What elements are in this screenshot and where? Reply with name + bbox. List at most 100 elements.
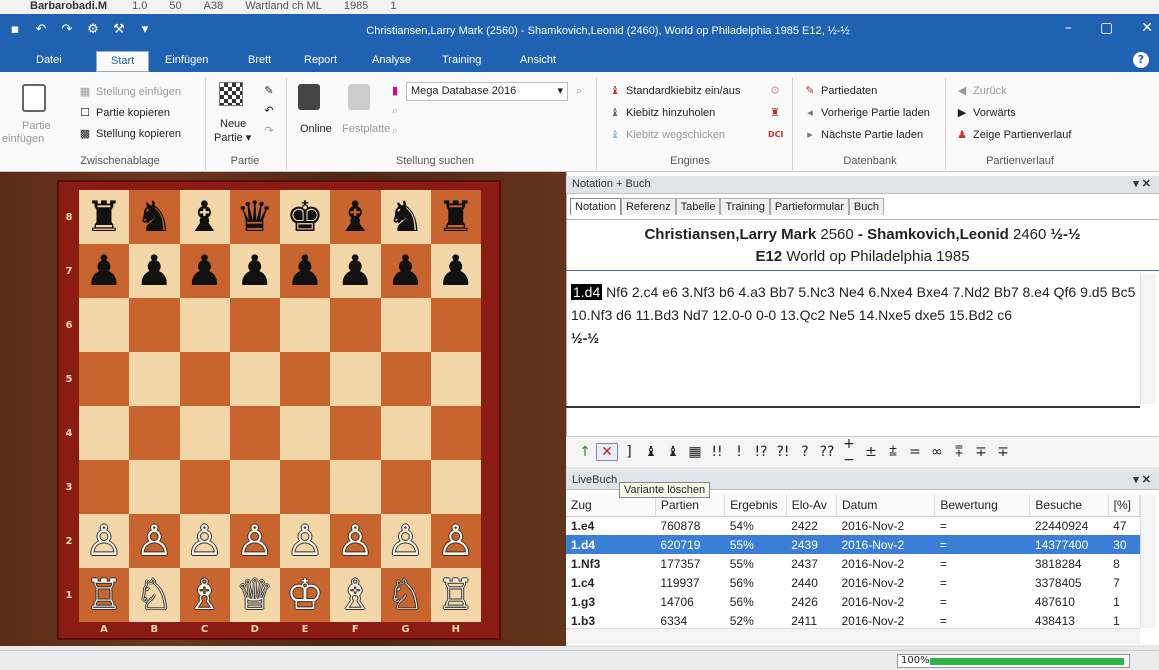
column-header[interactable]: Bewertung [934, 495, 1031, 517]
square-g5[interactable] [380, 352, 431, 406]
white-piece[interactable]: ♘ [381, 568, 431, 622]
menu-report[interactable]: Report [304, 54, 337, 66]
menu-datei[interactable]: Datei [36, 54, 62, 66]
table-row[interactable]: 1.c4 119937 56% 2440 2016-Nov-2 = 3378405 7 [566, 573, 1140, 592]
annotation-symbol[interactable]: ∓ [992, 444, 1014, 460]
black-piece[interactable]: ♜ [79, 190, 129, 244]
livebook-hscrollbar[interactable] [566, 628, 1140, 644]
square-a5[interactable] [79, 352, 130, 406]
annotation-symbol[interactable]: = [904, 444, 926, 460]
engine-options-icon[interactable]: ⚙ [768, 84, 782, 98]
black-piece[interactable]: ♟ [180, 244, 230, 298]
column-header[interactable]: Ergebnis [724, 495, 787, 517]
gear-icon[interactable]: ⚙ [86, 22, 100, 37]
tab-referenz[interactable]: Referenz [620, 198, 676, 215]
black-piece[interactable]: ♝ [330, 190, 380, 244]
table-row[interactable]: 1.e4 760878 54% 2422 2016-Nov-2 = 22440924 47 [566, 516, 1140, 535]
square-b4[interactable] [129, 406, 180, 460]
annotation-symbol[interactable]: ∞ [926, 444, 948, 460]
annotation-symbol[interactable]: ! [728, 444, 750, 460]
livebook-vscrollbar[interactable] [1140, 495, 1156, 628]
black-piece[interactable]: ♝ [180, 190, 230, 244]
annotation-symbol[interactable]: ? [794, 444, 816, 460]
game-data-button[interactable]: ✎ Partiedaten [803, 84, 877, 98]
column-header[interactable]: Besuche [1029, 495, 1109, 517]
menu-analyse[interactable]: Analyse [372, 54, 411, 66]
column-header[interactable]: Datum [836, 495, 936, 517]
column-header[interactable]: Elo-Av [786, 495, 838, 517]
table-row[interactable]: 1.d4 620719 55% 2439 2016-Nov-2 = 14377400 30 [566, 535, 1140, 554]
annotation-symbol[interactable]: ?! [772, 444, 794, 460]
help-icon[interactable]: ? [1133, 52, 1149, 68]
back-button[interactable]: ◀ Zurück [955, 84, 1007, 98]
menu-training[interactable]: Training [442, 54, 481, 66]
black-piece[interactable]: ♟ [280, 244, 330, 298]
dropdown-icon[interactable]: ▾ [138, 22, 152, 37]
white-piece[interactable]: ♙ [230, 514, 280, 568]
square-f4[interactable] [330, 406, 381, 460]
white-piece[interactable]: ♙ [180, 514, 230, 568]
black-piece[interactable]: ♛ [230, 190, 280, 244]
delete-variation-icon[interactable]: ✕ [596, 442, 618, 461]
game-history-button[interactable]: ♟ Zeige Partienverlauf [955, 128, 1071, 142]
white-piece[interactable]: ♗ [330, 568, 380, 622]
square-b3[interactable] [129, 460, 180, 514]
close-icon[interactable]: ✕ [1141, 20, 1153, 36]
square-d5[interactable] [229, 352, 280, 406]
black-piece[interactable]: ♟ [431, 244, 481, 298]
square-c5[interactable] [179, 352, 230, 406]
annotation-symbol[interactable]: ∓ [970, 444, 992, 460]
previous-game-button[interactable]: ◂ Vorherige Partie laden [803, 106, 930, 120]
square-f6[interactable] [330, 298, 381, 352]
black-piece[interactable]: ♞ [129, 190, 179, 244]
menu-brett[interactable]: Brett [248, 54, 271, 66]
panel-close-icon[interactable]: ▾ ✕ [1133, 176, 1151, 193]
black-piece[interactable]: ♟ [230, 244, 280, 298]
square-h6[interactable] [430, 298, 481, 352]
square-b6[interactable] [129, 298, 180, 352]
black-piece[interactable]: ♚ [280, 190, 330, 244]
menu-start[interactable]: Start [96, 51, 150, 72]
move-list[interactable]: 1.d4 Nf6 2.c4 e6 3.Nf3 b6 4.a3 Bb7 5.Nc3… [571, 281, 1136, 350]
annotation-symbol[interactable]: ?? [816, 444, 838, 460]
redo-icon[interactable]: ↷ [60, 22, 74, 37]
redo-move-icon[interactable]: ↷ [262, 124, 276, 138]
new-game-line1[interactable]: Neue [220, 118, 246, 130]
festplatte-button[interactable]: Festplatte [342, 123, 390, 135]
add-kibitzer-button[interactable]: ♝ Kiebitz hinzuholen [608, 106, 715, 120]
paste-game-line1[interactable]: Partie [22, 120, 51, 132]
table-row[interactable]: 1.Nf3 177357 55% 2437 2016-Nov-2 = 3818284 8 [566, 554, 1140, 573]
annotation-symbol[interactable]: ⩱ [948, 444, 970, 460]
square-a4[interactable] [79, 406, 130, 460]
copy-position-button[interactable]: ▩ Stellung kopieren [78, 127, 181, 141]
white-piece[interactable]: ♙ [280, 514, 330, 568]
current-move[interactable]: 1.d4 [571, 284, 603, 300]
white-piece[interactable]: ♗ [180, 568, 230, 622]
column-header[interactable]: Partien [655, 495, 726, 517]
square-e6[interactable] [280, 298, 331, 352]
square-c4[interactable] [179, 406, 230, 460]
undo-move-icon[interactable]: ↶ [262, 104, 276, 118]
online-button[interactable]: Online [300, 123, 332, 135]
search-small-icon[interactable]: ⌕ [388, 104, 402, 118]
square-d4[interactable] [229, 406, 280, 460]
maximize-icon[interactable]: ▢ [1100, 20, 1113, 36]
annotation-symbol[interactable]: !? [750, 444, 772, 460]
square-b5[interactable] [129, 352, 180, 406]
search-small-icon-2[interactable]: ⌕ [388, 124, 402, 138]
square-g3[interactable] [380, 460, 431, 514]
tab-notation[interactable]: Notation [570, 198, 621, 215]
square-c6[interactable] [179, 298, 230, 352]
tab-tabelle[interactable]: Tabelle [675, 198, 721, 215]
edit-icon[interactable]: ✎ [262, 84, 276, 98]
save-icon[interactable]: ▪ [8, 22, 22, 37]
square-a6[interactable] [79, 298, 130, 352]
black-piece[interactable]: ♜ [431, 190, 481, 244]
square-d3[interactable] [229, 460, 280, 514]
promote-variation-icon[interactable]: ↑ [574, 444, 596, 460]
white-piece[interactable]: ♖ [79, 568, 129, 622]
table-row[interactable]: 1.g3 14706 56% 2426 2016-Nov-2 = 487610 1 [566, 592, 1140, 611]
annotation-symbol[interactable]: ♝ [640, 444, 662, 460]
annotation-symbol[interactable]: ♝ [662, 444, 684, 460]
square-e5[interactable] [280, 352, 331, 406]
